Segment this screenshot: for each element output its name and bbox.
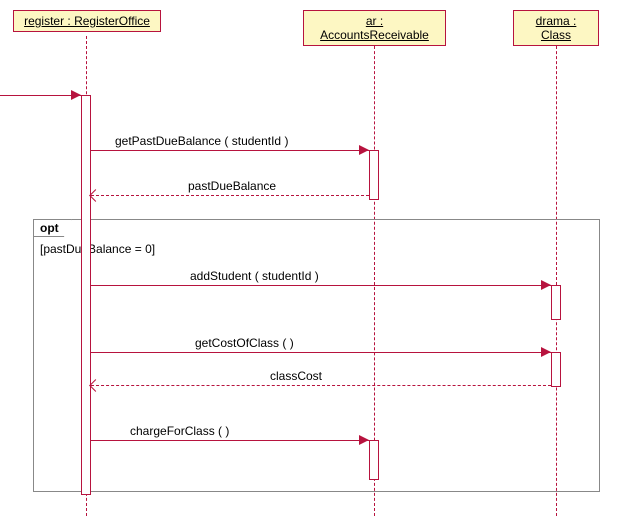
participant-ar-label: ar : AccountsReceivable [320, 14, 429, 42]
participant-register: register : RegisterOffice [13, 10, 161, 32]
fragment-opt: opt [pastDueBalance = 0] [33, 219, 600, 492]
participant-drama: drama : Class [513, 10, 599, 46]
msg-getCostOfClass-head [541, 347, 551, 357]
msg-chargeForClass-line [91, 440, 369, 441]
msg-pastDueBalance-line [91, 195, 369, 196]
participant-drama-label: drama : Class [536, 14, 577, 42]
msg-getPastDueBalance-label: getPastDueBalance ( studentId ) [115, 134, 288, 148]
msg-getCostOfClass-line [91, 352, 551, 353]
msg-addStudent-head [541, 280, 551, 290]
found-message-head [71, 90, 81, 100]
activation-ar-1 [369, 150, 379, 200]
participant-ar: ar : AccountsReceivable [303, 10, 446, 46]
msg-classCost-line [91, 385, 551, 386]
found-message-line [0, 95, 81, 96]
activation-ar-2 [369, 440, 379, 480]
msg-chargeForClass-label: chargeForClass ( ) [130, 424, 229, 438]
participant-register-label: register : RegisterOffice [24, 14, 150, 28]
activation-drama-2 [551, 352, 561, 387]
activation-drama-1 [551, 285, 561, 320]
fragment-type-label: opt [33, 219, 72, 237]
msg-getCostOfClass-label: getCostOfClass ( ) [195, 336, 294, 350]
msg-pastDueBalance-label: pastDueBalance [188, 179, 276, 193]
activation-register [81, 95, 91, 495]
msg-classCost-label: classCost [270, 369, 322, 383]
msg-pastDueBalance-head [89, 189, 102, 202]
msg-addStudent-label: addStudent ( studentId ) [190, 269, 319, 283]
sequence-diagram: register : RegisterOffice ar : AccountsR… [0, 0, 626, 527]
msg-getPastDueBalance-line [91, 150, 369, 151]
msg-addStudent-line [91, 285, 551, 286]
msg-getPastDueBalance-head [359, 145, 369, 155]
fragment-guard: [pastDueBalance = 0] [40, 242, 155, 256]
msg-chargeForClass-head [359, 435, 369, 445]
